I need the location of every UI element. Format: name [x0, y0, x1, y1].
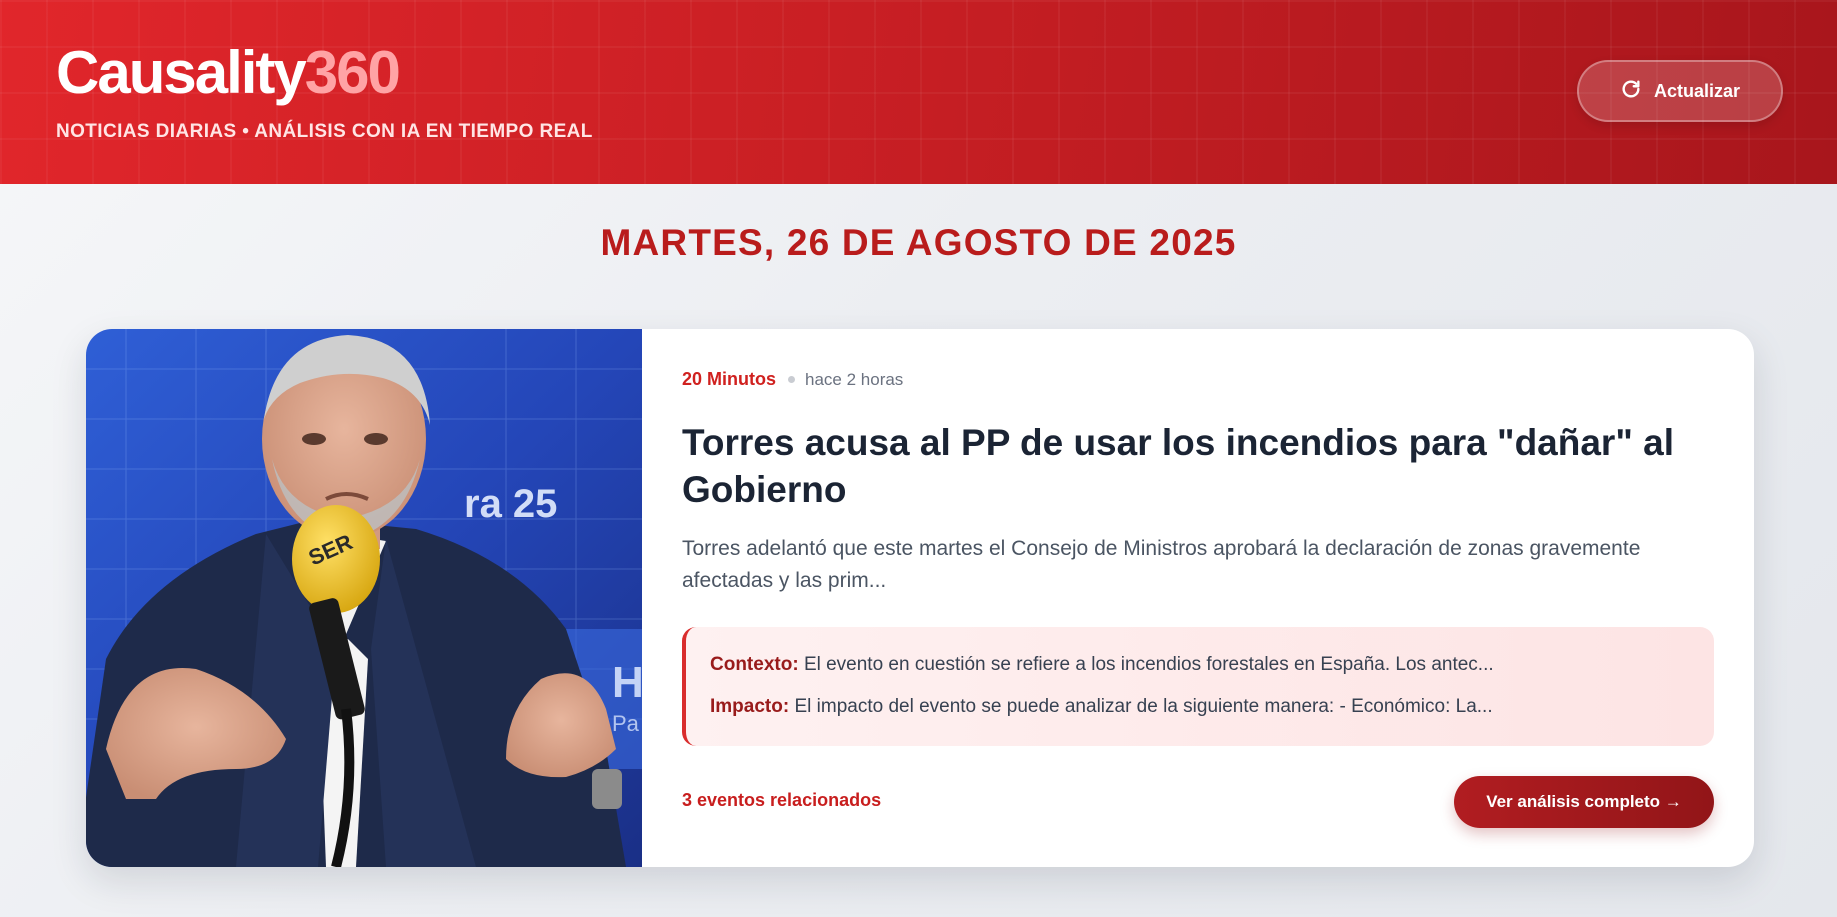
refresh-button[interactable]: Actualizar: [1577, 60, 1783, 122]
context-label: Contexto:: [710, 654, 799, 675]
refresh-icon: [1620, 78, 1642, 105]
context-line: Contexto: El evento en cuestión se refie…: [710, 653, 1714, 677]
impact-label: Impacto:: [710, 696, 790, 717]
svg-text:H: H: [612, 658, 642, 707]
ai-analysis-box: Contexto: El evento en cuestión se refie…: [682, 627, 1714, 746]
logo-accent: 360: [304, 39, 401, 106]
article-summary: Torres adelantó que este martes el Conse…: [682, 537, 1641, 592]
news-card[interactable]: H Pa ra 25 SER 20 Minutos hace 2 horas T…: [86, 329, 1754, 867]
site-logo[interactable]: Causality360: [56, 38, 401, 108]
date-heading: MARTES, 26 DE AGOSTO DE 2025: [600, 222, 1237, 263]
impact-text: El impacto del evento se puede analizar …: [794, 696, 1493, 717]
logo-main: Causality: [56, 39, 307, 106]
view-full-analysis-button[interactable]: Ver análisis completo →: [1454, 776, 1714, 828]
article-meta: 20 Minutos hace 2 horas: [682, 369, 903, 390]
article-photo[interactable]: H Pa ra 25 SER: [86, 329, 642, 867]
photo-overlay-text: ra 25: [464, 482, 557, 526]
article-source[interactable]: 20 Minutos: [682, 369, 776, 390]
site-header: Causality360 NOTICIAS DIARIAS • ANÁLISIS…: [0, 0, 1837, 184]
related-events-link[interactable]: 3 eventos relacionados: [682, 790, 881, 811]
site-tagline: NOTICIAS DIARIAS • ANÁLISIS CON IA EN TI…: [56, 121, 593, 142]
article-title[interactable]: Torres acusa al PP de usar los incendios…: [682, 419, 1702, 513]
impact-line: Impacto: El impacto del evento se puede …: [710, 695, 1714, 719]
context-text: El evento en cuestión se refiere a los i…: [803, 654, 1494, 675]
svg-text:Pa: Pa: [612, 711, 640, 736]
article-time: hace 2 horas: [805, 369, 904, 389]
meta-separator-dot: [788, 376, 796, 383]
refresh-label: Actualizar: [1653, 80, 1741, 101]
